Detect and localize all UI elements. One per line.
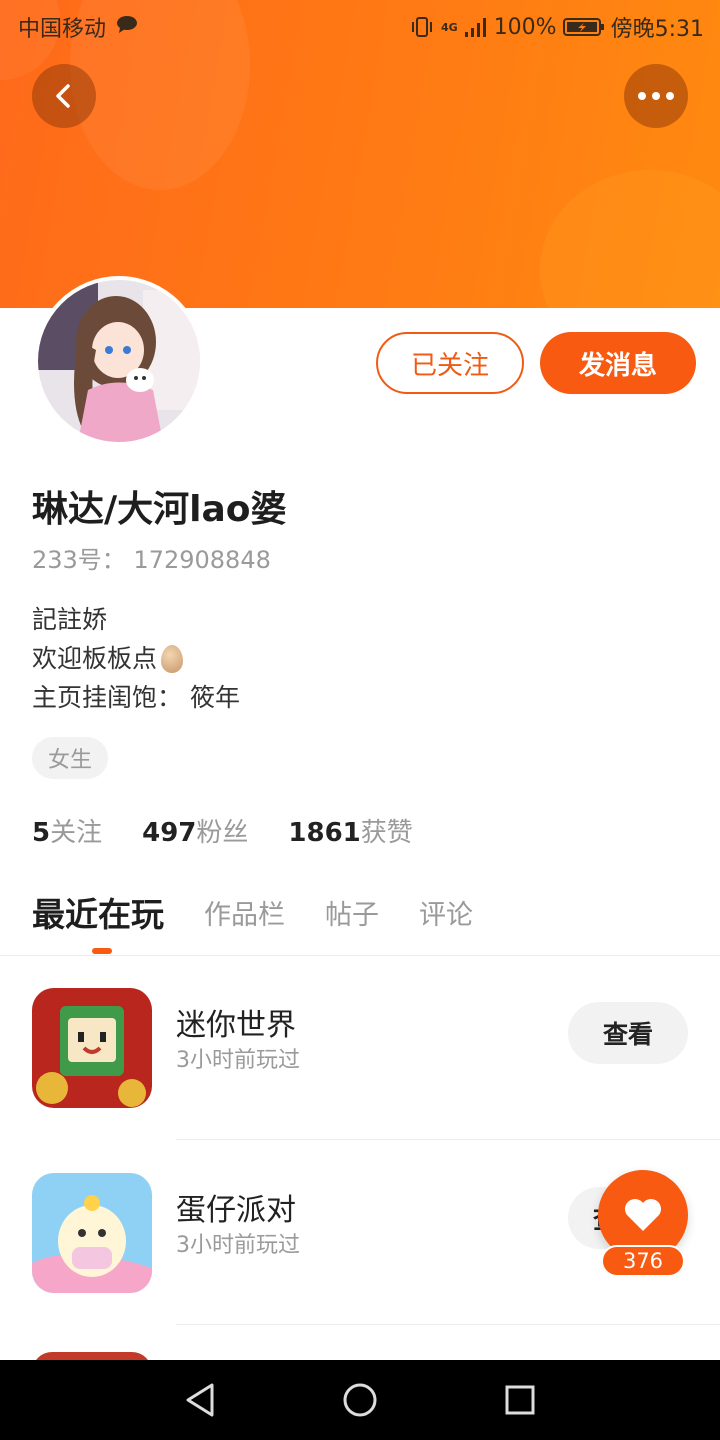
egg-emoji-icon	[161, 644, 184, 673]
clock: 傍晚5:31	[610, 17, 704, 42]
send-message-button[interactable]: 发消息	[540, 332, 696, 394]
nav-back-button[interactable]	[180, 1380, 220, 1420]
bio-line: 主页挂闺饱： 筱年	[32, 683, 240, 712]
status-icons: 4G 100% 傍晚5:31	[409, 11, 704, 43]
stat-following[interactable]: 5关注	[32, 812, 102, 849]
profile-bio: 記註娇 欢迎板板点 主页挂闺饱： 筱年	[32, 600, 240, 717]
avatar[interactable]	[34, 276, 204, 446]
gender-tag: 女生	[32, 737, 109, 779]
back-button[interactable]	[32, 64, 96, 128]
profile-name: 琳达/大河lao婆	[32, 489, 287, 530]
tab-posts[interactable]: 帖子	[325, 893, 379, 932]
chevron-left-icon	[56, 84, 70, 108]
more-options-button[interactable]	[624, 64, 688, 128]
stat-fans[interactable]: 497粉丝	[142, 812, 248, 849]
circle-home-icon	[343, 1383, 377, 1417]
profile-uid: 233号： 172908848	[32, 546, 271, 574]
stat-likes[interactable]: 1861获赞	[288, 812, 412, 849]
battery-charging-icon	[562, 18, 604, 36]
game-icon	[32, 1173, 152, 1293]
profile-stats: 5关注 497粉丝 1861获赞	[32, 812, 413, 849]
battery-percent: 100%	[493, 14, 557, 40]
nav-recents-button[interactable]	[500, 1380, 540, 1420]
triangle-back-icon	[186, 1383, 214, 1417]
square-recents-icon	[505, 1385, 535, 1415]
profile-tabs: 最近在玩 作品栏 帖子 评论	[32, 888, 513, 936]
list-item[interactable]: 迷你世界 3小时前玩过 查看	[0, 956, 720, 1140]
game-last-played: 3小时前玩过	[176, 1233, 300, 1258]
heart-icon	[625, 1199, 661, 1231]
avatar-image	[38, 280, 200, 442]
like-count-badge: 376	[601, 1245, 685, 1277]
divider	[176, 1139, 720, 1140]
bio-line: 記註娇	[32, 605, 108, 634]
divider	[176, 1324, 720, 1325]
following-button[interactable]: 已关注	[376, 332, 524, 394]
system-nav-bar	[0, 1360, 720, 1440]
nav-home-button[interactable]	[340, 1380, 380, 1420]
network-type-label: 4G	[441, 20, 458, 34]
game-icon	[32, 988, 152, 1108]
tab-comments[interactable]: 评论	[419, 893, 473, 932]
tab-recently-played[interactable]: 最近在玩	[32, 888, 164, 936]
tab-works[interactable]: 作品栏	[204, 893, 285, 932]
chat-notification-icon	[117, 16, 137, 33]
view-button[interactable]: 查看	[568, 1002, 688, 1064]
vibrate-icon	[412, 17, 432, 37]
bio-line: 欢迎板板点	[32, 639, 240, 678]
banner-decoration	[540, 170, 720, 308]
game-title: 迷你世界	[176, 1008, 296, 1043]
more-dots-icon	[638, 92, 674, 100]
carrier-label: 中国移动	[18, 17, 107, 42]
game-title: 蛋仔派对	[176, 1193, 296, 1228]
status-bar: 中国移动 4G 100% 傍晚5:31	[0, 0, 720, 50]
game-last-played: 3小时前玩过	[176, 1048, 300, 1073]
signal-icon	[464, 18, 486, 37]
active-tab-indicator	[92, 948, 112, 954]
